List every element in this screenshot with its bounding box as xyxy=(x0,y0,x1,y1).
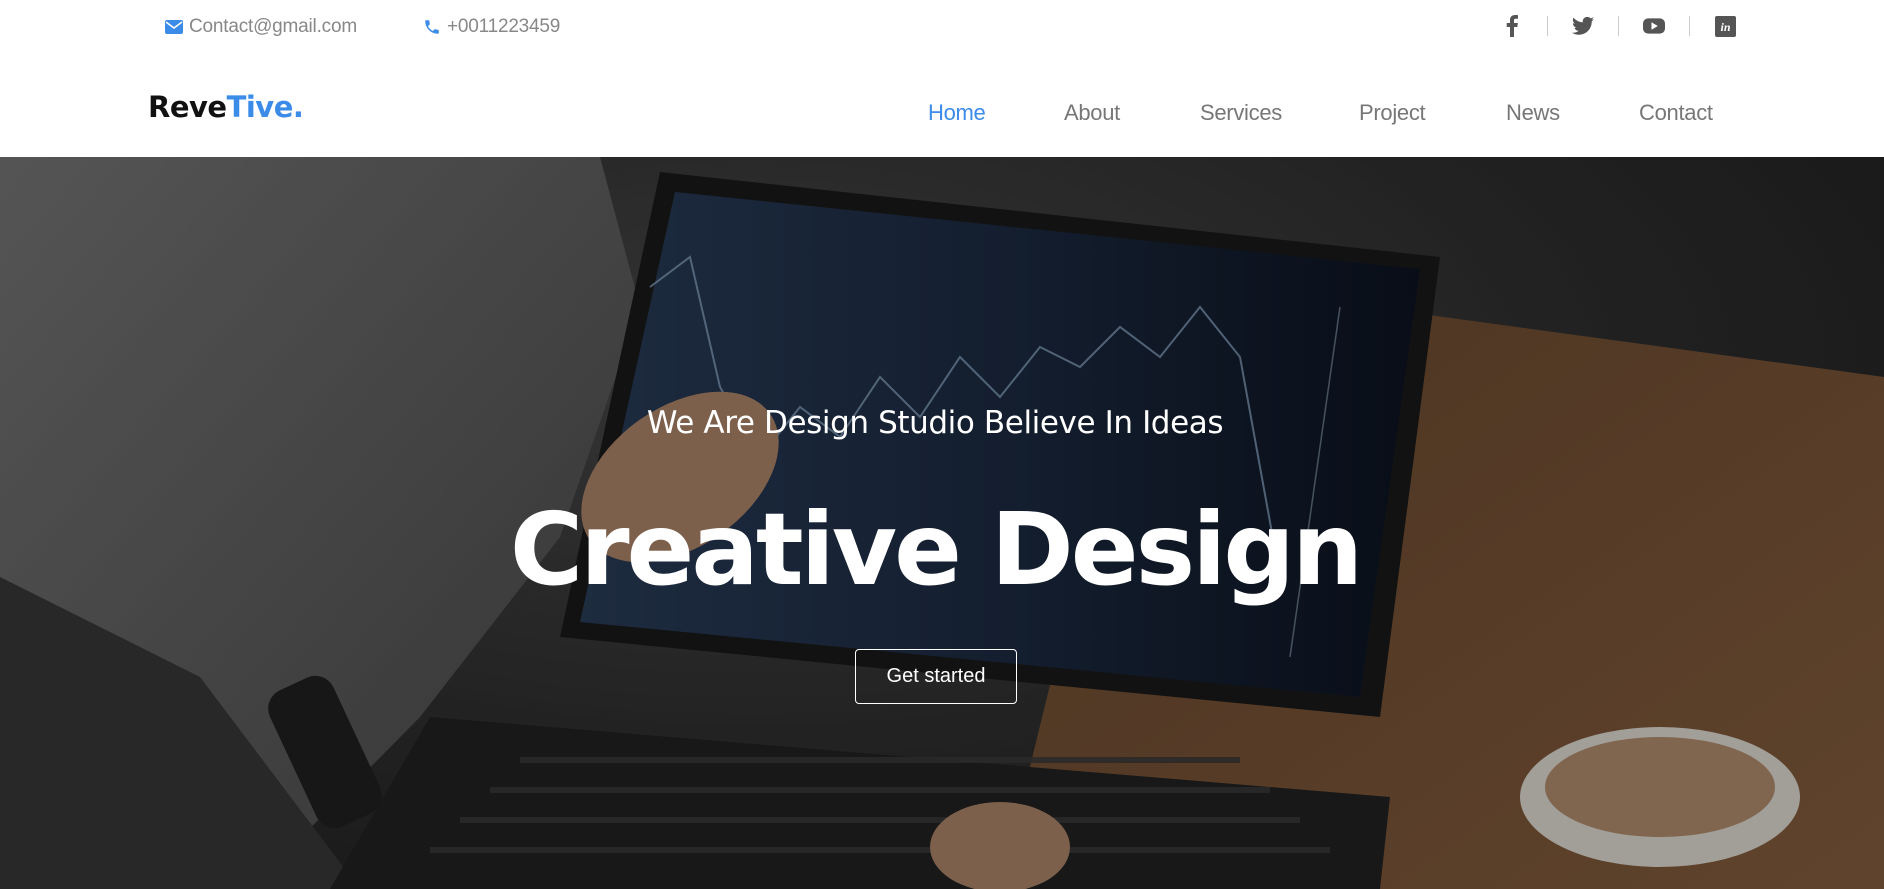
linkedin-icon[interactable]: in xyxy=(1714,12,1736,40)
nav-item-home[interactable]: Home xyxy=(928,100,986,126)
contact-phone[interactable]: +0011223459 xyxy=(423,16,560,38)
contact-phone-text: +0011223459 xyxy=(447,16,561,37)
social-divider xyxy=(1689,16,1690,36)
social-divider xyxy=(1547,16,1548,36)
nav-item-services[interactable]: Services xyxy=(1200,100,1282,126)
twitter-icon[interactable] xyxy=(1572,12,1594,40)
nav-item-contact[interactable]: Contact xyxy=(1639,100,1713,126)
nav-item-about[interactable]: About xyxy=(1064,100,1120,126)
contact-email[interactable]: Contact@gmail.com xyxy=(165,16,357,38)
top-contact-bar: Contact@gmail.com +0011223459 in xyxy=(0,0,1884,56)
brand-logo[interactable]: ReveTive. xyxy=(148,90,304,124)
facebook-icon[interactable] xyxy=(1501,12,1523,40)
nav-item-project[interactable]: Project xyxy=(1359,100,1426,126)
hero-title: Creative Design xyxy=(509,491,1363,608)
get-started-button[interactable]: Get started xyxy=(855,649,1017,704)
hero-subtitle: We Are Design Studio Believe In Ideas xyxy=(646,405,1224,441)
logo-accent-text: Tive. xyxy=(226,90,304,124)
nav-item-news[interactable]: News xyxy=(1506,100,1560,126)
svg-text:in: in xyxy=(1720,20,1730,34)
social-divider xyxy=(1618,16,1619,36)
youtube-icon[interactable] xyxy=(1643,12,1665,40)
main-navbar: ReveTive. Home About Services Project Ne… xyxy=(0,56,1884,157)
hero-section: We Are Design Studio Believe In Ideas Cr… xyxy=(0,157,1884,889)
logo-main-text: Reve xyxy=(148,90,227,124)
contact-email-text: Contact@gmail.com xyxy=(189,16,357,37)
phone-icon xyxy=(423,18,441,36)
envelope-icon xyxy=(165,20,183,34)
social-links: in xyxy=(1501,12,1736,40)
